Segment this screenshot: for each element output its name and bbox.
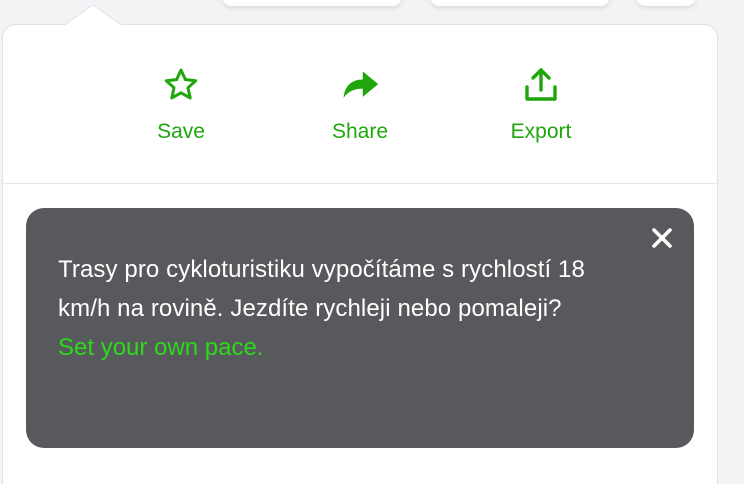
share-button[interactable]: Share	[300, 65, 420, 145]
share-label: Share	[331, 120, 389, 143]
upload-icon	[521, 65, 561, 105]
star-icon	[161, 65, 201, 105]
share-arrow-icon	[340, 65, 380, 105]
pace-info-tooltip: Trasy pro cykloturistiku vypočítáme s ry…	[26, 208, 694, 448]
export-button[interactable]: Export	[481, 65, 601, 145]
action-bar: Save Share Export	[3, 25, 717, 184]
save-label: Save	[157, 120, 205, 143]
background-card	[636, 0, 696, 6]
background-card	[430, 0, 610, 6]
set-pace-link[interactable]: Set your own pace.	[58, 328, 634, 367]
close-icon	[651, 227, 673, 254]
export-label: Export	[510, 120, 572, 143]
background-card	[222, 0, 402, 6]
page: Save Share Export Trasy pro cykloturisti…	[0, 0, 744, 484]
close-button[interactable]	[648, 226, 676, 254]
panel-pointer	[63, 5, 123, 26]
tooltip-message: Trasy pro cykloturistiku vypočítáme s ry…	[58, 256, 585, 322]
save-button[interactable]: Save	[121, 65, 241, 145]
